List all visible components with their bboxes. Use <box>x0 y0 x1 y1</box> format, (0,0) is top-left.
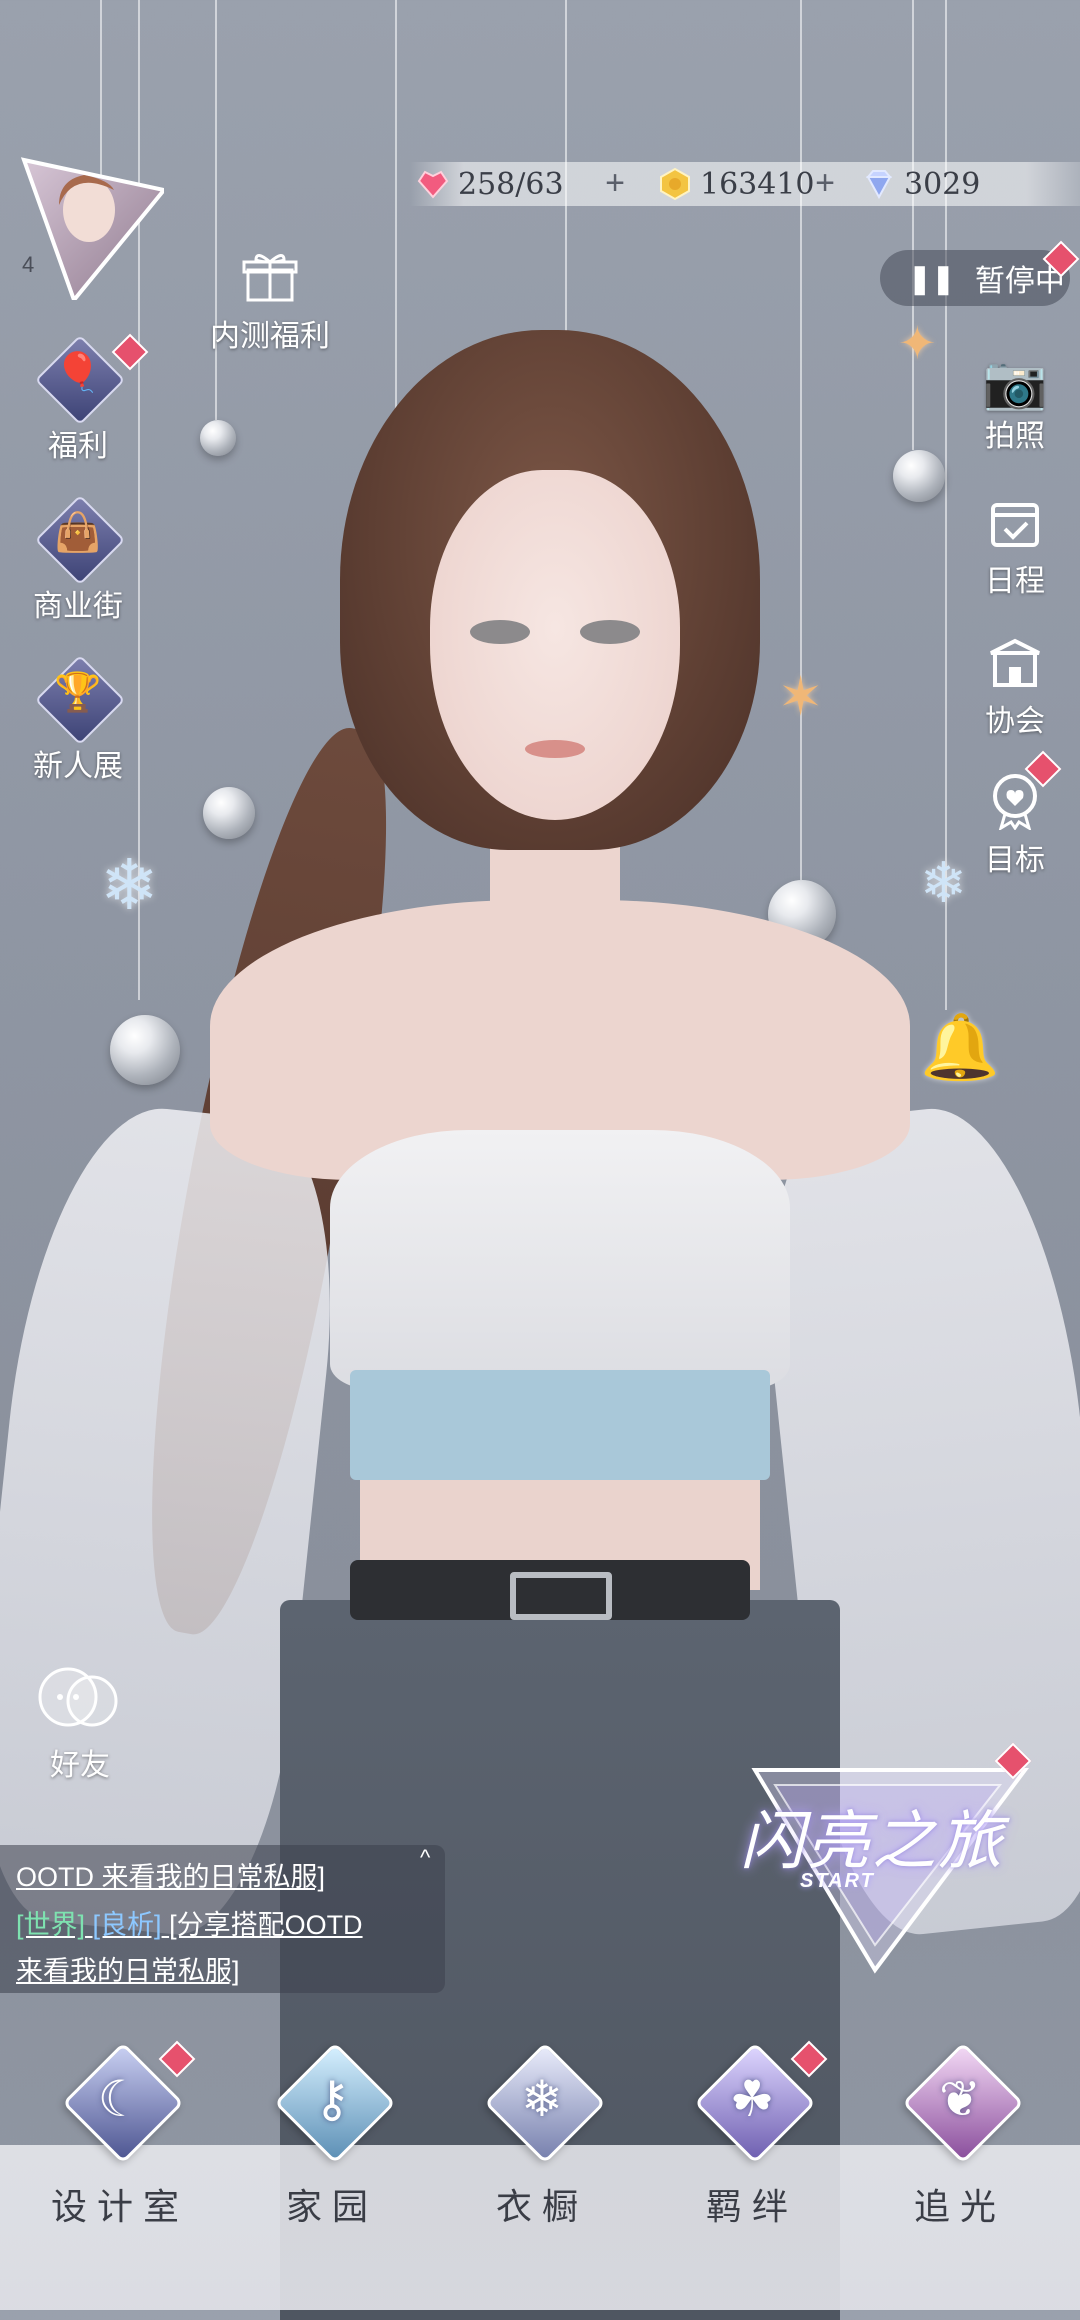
chat-expand-icon[interactable]: ^ <box>420 1845 430 1871</box>
newcomer-exhibition-label: 新人展 <box>33 750 123 783</box>
character-top-band <box>350 1370 770 1480</box>
player-avatar[interactable] <box>14 150 164 300</box>
ornament-ball <box>893 450 945 502</box>
calendar-icon <box>991 503 1039 547</box>
friends-icon <box>38 1667 118 1727</box>
camera-label: 拍照 <box>985 420 1045 453</box>
gold-coin-icon <box>660 167 690 201</box>
bell-ornament: 🔔 <box>920 1011 1000 1083</box>
stamina-add-button[interactable]: + <box>600 166 630 200</box>
chat-message: 来看我的日常私服] <box>16 1956 240 1986</box>
friends-label: 好友 <box>50 1749 110 1782</box>
key-icon: ⚷ <box>313 2071 351 2127</box>
star-ornament: ✦ <box>898 317 937 369</box>
chat-username[interactable]: [良析] <box>93 1910 162 1940</box>
camera-button[interactable]: 📷 拍照 <box>970 355 1060 455</box>
character-belt-buckle <box>510 1572 612 1620</box>
heart-gem-icon <box>417 170 449 199</box>
nav-bond-label: 羁绊 <box>705 2187 798 2228</box>
gold-value: 163410 <box>700 166 815 202</box>
nav-design-studio[interactable]: ☾ 设计室 <box>40 2040 200 2230</box>
schedule-label: 日程 <box>985 565 1045 598</box>
nav-home-label: 家园 <box>285 2187 378 2228</box>
trophy-icon: 🏆 <box>54 672 102 714</box>
ornament-ball <box>110 1015 180 1085</box>
schedule-button[interactable]: 日程 <box>970 495 1060 600</box>
start-journey-title[interactable]: 闪亮之旅 <box>740 1790 1004 1882</box>
diamond-counter[interactable]: 3029 <box>862 162 980 206</box>
chat-message-text: [分享搭配OOTD <box>169 1910 363 1940</box>
shopping-bag-icon: 👜 <box>54 512 102 554</box>
beta-welfare-button[interactable]: 内测福利 <box>205 250 335 355</box>
hanging-string <box>912 0 914 450</box>
pause-icon: ❚❚ <box>908 262 955 294</box>
nav-chase-light-label: 追光 <box>913 2187 1006 2228</box>
camera-icon: 📷 <box>982 354 1048 412</box>
hanging-string <box>215 0 217 420</box>
chat-panel[interactable]: OOTD 来看我的日常私服] [世界] [良析] [分享搭配OOTD 来看我的日… <box>0 1845 445 1993</box>
pause-toggle[interactable]: ❚❚ 暂停中 <box>880 240 1080 306</box>
stamina-counter[interactable]: 258/63 <box>416 162 564 206</box>
diamond-icon <box>865 170 893 200</box>
gift-icon <box>242 254 298 302</box>
snowflake-icon: ❄ <box>521 2071 563 2127</box>
chat-message: OOTD 来看我的日常私服] <box>16 1862 325 1892</box>
shopping-street-button[interactable]: 👜 商业街 <box>18 494 138 625</box>
goal-button[interactable]: 目标 <box>970 750 1062 879</box>
goal-label: 目标 <box>985 844 1045 877</box>
welfare-button[interactable]: 🎈 福利 <box>18 333 149 465</box>
snowflake-ornament: ❄ <box>100 846 159 924</box>
shopping-street-label: 商业街 <box>33 590 123 623</box>
guild-icon <box>990 638 1040 687</box>
nav-wardrobe[interactable]: ❄ 衣橱 <box>462 2040 622 2230</box>
stamina-value: 258/63 <box>458 166 564 202</box>
character-lips <box>525 740 585 758</box>
guild-button[interactable]: 协会 <box>970 635 1060 740</box>
hanging-string <box>800 0 802 880</box>
character-top <box>330 1130 790 1390</box>
character-eye-right <box>580 620 640 644</box>
character-eye-left <box>470 620 530 644</box>
ornament-ball <box>203 787 255 839</box>
friends-button[interactable]: 好友 <box>25 1655 135 1784</box>
chat-channel-tag: [世界] <box>16 1910 86 1940</box>
nav-home[interactable]: ⚷ 家园 <box>252 2040 412 2230</box>
guild-label: 协会 <box>985 705 1045 738</box>
start-journey-subtitle: START <box>800 1870 875 1892</box>
character-face[interactable] <box>430 470 680 820</box>
player-level: 4 <box>22 252 35 277</box>
newcomer-exhibition-button[interactable]: 🏆 新人展 <box>18 654 138 785</box>
snowflake-ornament: ❄ <box>920 851 967 914</box>
nav-wardrobe-label: 衣橱 <box>495 2187 588 2228</box>
chat-message-row: [世界] [良析] [分享搭配OOTD <box>16 1903 363 1942</box>
beta-welfare-label: 内测福利 <box>210 320 330 353</box>
moon-icon: ☾ <box>97 2071 143 2127</box>
ornament-ball <box>200 420 236 456</box>
gold-add-button[interactable]: + <box>810 166 840 200</box>
nav-chase-light[interactable]: ❦ 追光 <box>880 2040 1040 2230</box>
hot-air-balloon-icon: 🎈 <box>54 352 102 394</box>
nav-design-studio-label: 设计室 <box>50 2187 189 2228</box>
star-ornament: ✶ <box>778 667 824 727</box>
diamond-value: 3029 <box>904 166 981 202</box>
butterfly-icon: ❦ <box>939 2071 981 2127</box>
clover-icon: ☘ <box>729 2071 775 2127</box>
welfare-label: 福利 <box>48 430 108 463</box>
nav-bond[interactable]: ☘ 羁绊 <box>672 2040 832 2230</box>
gold-counter[interactable]: 163410 <box>658 162 815 206</box>
